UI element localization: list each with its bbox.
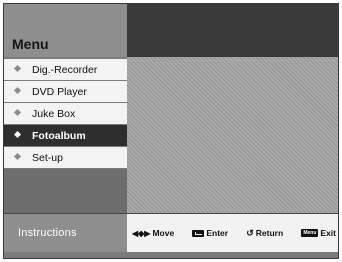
hint-enter: Enter	[192, 228, 228, 238]
hint-move: ◀◆▶ Move	[132, 228, 174, 238]
key-hints: ◀◆▶ Move Enter ↺ Return Menu Exit	[132, 214, 336, 252]
menu-item-fotoalbum[interactable]: Fotoalbum	[4, 125, 127, 146]
bullet-icon	[13, 108, 24, 119]
top-dark-bar	[127, 4, 338, 57]
instructions-label-box: Instructions	[4, 214, 127, 252]
menu-item-set-up[interactable]: Set-up	[4, 147, 127, 168]
menu-key-icon: Menu	[301, 229, 319, 237]
hint-exit: Menu Exit	[301, 228, 336, 238]
menu-title: Menu	[12, 36, 49, 52]
return-icon: ↺	[246, 227, 254, 238]
bullet-icon	[13, 130, 24, 141]
hint-label: Exit	[320, 228, 336, 238]
hint-label: Return	[255, 228, 284, 238]
hint-label: Move	[152, 228, 175, 238]
menu-item-label: Juke Box	[32, 107, 76, 120]
bullet-icon	[13, 86, 24, 97]
menu-item-dig-recorder[interactable]: Dig.-Recorder	[4, 59, 127, 80]
arrows-icon: ◀◆▶	[132, 228, 151, 238]
content-panel	[127, 57, 338, 213]
enter-key-icon	[192, 229, 205, 237]
menu-item-label: Set-up	[32, 151, 63, 164]
menu-spacer	[4, 169, 127, 213]
instructions-label: Instructions	[18, 227, 77, 239]
menu-item-dvd-player[interactable]: DVD Player	[4, 81, 127, 102]
menu-list: Dig.-Recorder DVD Player Juke Box Fotoal…	[4, 59, 127, 169]
bullet-icon	[13, 64, 24, 75]
bullet-icon	[13, 152, 24, 163]
menu-header: Menu	[4, 4, 127, 57]
menu-item-juke-box[interactable]: Juke Box	[4, 103, 127, 124]
instructions-bar: Instructions ◀◆▶ Move Enter ↺ Return Men…	[4, 213, 338, 252]
menu-item-label: DVD Player	[32, 85, 87, 98]
menu-screen: Menu Dig.-Recorder DVD Player Juke Box F…	[3, 3, 339, 259]
menu-item-label: Dig.-Recorder	[32, 63, 98, 76]
hint-label: Enter	[206, 228, 229, 238]
menu-item-label: Fotoalbum	[32, 129, 86, 142]
hint-return: ↺ Return	[246, 228, 283, 239]
